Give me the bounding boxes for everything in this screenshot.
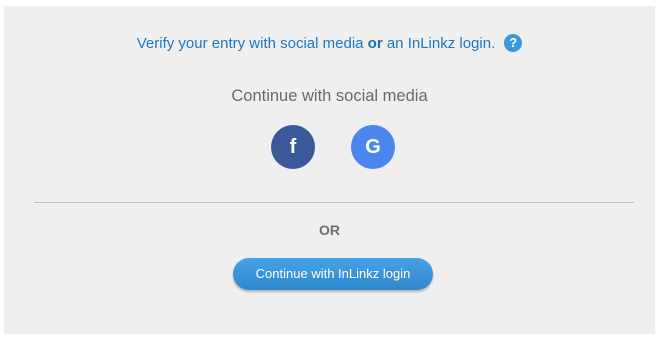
google-icon: G: [365, 136, 381, 158]
verify-instruction: Verify your entry with social media or a…: [4, 34, 655, 52]
social-media-heading: Continue with social media: [231, 87, 428, 105]
verify-text-after: an InLinkz login.: [382, 35, 496, 52]
verify-text-or: or: [367, 35, 383, 52]
google-login-button[interactable]: G: [351, 125, 395, 169]
facebook-login-button[interactable]: f: [271, 125, 315, 169]
facebook-icon: f: [289, 136, 297, 158]
or-separator-label: OR: [319, 222, 340, 238]
question-circle-icon[interactable]: ?: [504, 34, 523, 52]
verify-text-before: Verify your entry with social media: [136, 35, 368, 52]
divider: [34, 202, 634, 203]
inlinkz-login-button[interactable]: Continue with InLinkz login: [233, 258, 433, 290]
verify-entry-panel: Verify your entry with social media or a…: [4, 6, 655, 334]
